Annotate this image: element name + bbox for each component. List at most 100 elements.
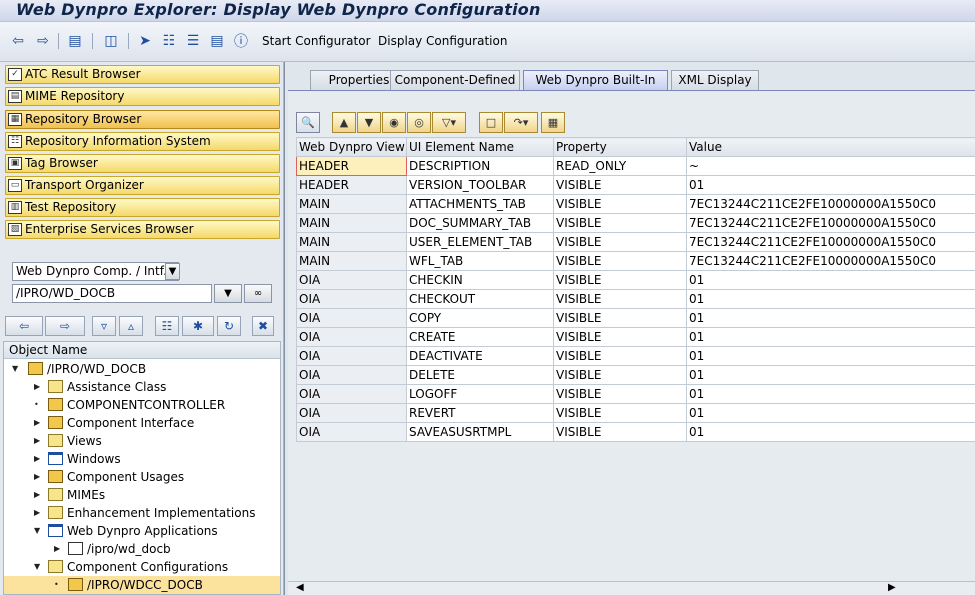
collapse-arrow-icon[interactable]: ▼ [12, 360, 18, 378]
table-row[interactable]: OIA DEACTIVATE VISIBLE 01 [296, 346, 975, 366]
tree-item[interactable]: ▶ Windows [4, 450, 280, 468]
column-header[interactable]: UI Element Name [406, 137, 554, 157]
object-name-input[interactable]: /IPRO/WD_DOCB [12, 284, 212, 303]
table-row[interactable]: OIA SAVEASUSRTMPL VISIBLE 01 [296, 422, 975, 442]
table-cell[interactable]: VISIBLE [553, 213, 687, 233]
table-cell[interactable]: 01 [686, 346, 975, 366]
table-cell[interactable]: VISIBLE [553, 270, 687, 290]
table-row[interactable]: MAIN ATTACHMENTS_TAB VISIBLE 7EC13244C211CE… [296, 194, 975, 214]
display-object-button[interactable]: ∞ [244, 284, 272, 303]
table-cell[interactable]: 7EC13244C211CE2FE10000000A1550C0 [686, 232, 975, 252]
tab-2[interactable]: Web Dynpro Built-In [523, 70, 668, 90]
table-cell[interactable]: CHECKIN [406, 270, 554, 290]
table-cell[interactable]: OIA [296, 270, 407, 290]
table-cell[interactable]: DOC_SUMMARY_TAB [406, 213, 554, 233]
table-cell[interactable]: ~ [686, 156, 975, 176]
table-cell[interactable]: REVERT [406, 403, 554, 423]
table-cell[interactable]: OIA [296, 384, 407, 404]
table-cell[interactable]: VISIBLE [553, 194, 687, 214]
table-row[interactable]: OIA DELETE VISIBLE 01 [296, 365, 975, 385]
display-configuration-button[interactable]: Display Configuration [378, 34, 507, 48]
expand-all-button[interactable]: ▿ [92, 316, 116, 336]
column-header[interactable]: Property [553, 137, 687, 157]
table-cell[interactable]: OIA [296, 422, 407, 442]
tree-item[interactable]: ▶ Component Interface [4, 414, 280, 432]
table-cell[interactable]: 01 [686, 403, 975, 423]
nav-button-7[interactable]: ▧ Enterprise Services Browser [5, 220, 280, 239]
table-cell[interactable]: OIA [296, 289, 407, 309]
find-button[interactable]: ◉ [382, 112, 406, 133]
tree-item[interactable]: ▼ Web Dynpro Applications [4, 522, 280, 540]
table-cell[interactable]: VERSION_TOOLBAR [406, 175, 554, 195]
table-cell[interactable]: 01 [686, 270, 975, 290]
tree-item[interactable]: ▶ Enhancement Implementations [4, 504, 280, 522]
tab-3[interactable]: XML Display [671, 70, 759, 90]
table-cell[interactable]: VISIBLE [553, 175, 687, 195]
refresh-button[interactable]: ↻ [217, 316, 241, 336]
table-row[interactable]: OIA CHECKIN VISIBLE 01 [296, 270, 975, 290]
sort-ascending-button[interactable]: ▲ [332, 112, 356, 133]
expand-arrow-icon[interactable]: ▶ [34, 378, 40, 396]
table-cell[interactable]: 01 [686, 365, 975, 385]
expand-arrow-icon[interactable]: ▶ [34, 504, 40, 522]
table-cell[interactable]: VISIBLE [553, 384, 687, 404]
tree-item[interactable]: ▶ Views [4, 432, 280, 450]
expand-arrow-icon[interactable]: ▼ [34, 522, 40, 540]
object-type-select[interactable]: Web Dynpro Comp. / Intf. [12, 262, 179, 281]
table-row[interactable]: OIA REVERT VISIBLE 01 [296, 403, 975, 423]
start-configurator-button[interactable]: Start Configurator [262, 34, 371, 48]
list-icon[interactable]: ☰ [184, 32, 202, 50]
display-icon[interactable]: ▤ [66, 32, 84, 50]
expand-arrow-icon[interactable]: ▶ [34, 450, 40, 468]
table-cell[interactable]: MAIN [296, 194, 407, 214]
sort-descending-button[interactable]: ▼ [357, 112, 381, 133]
collapse-all-button[interactable]: ▵ [119, 316, 143, 336]
nav-button-6[interactable]: ▥ Test Repository [5, 198, 280, 217]
find-next-button[interactable]: ◎ [407, 112, 431, 133]
table-cell[interactable]: VISIBLE [553, 327, 687, 347]
expand-arrow-icon[interactable]: • [34, 396, 39, 414]
tree-item[interactable]: ▶ MIMEs [4, 486, 280, 504]
expand-arrow-icon[interactable]: • [54, 576, 59, 594]
tree-hierarchy-button[interactable]: ☷ [155, 316, 179, 336]
filter-button[interactable]: ▽▾ [432, 112, 466, 133]
table-row[interactable]: HEADER DESCRIPTION READ_ONLY ~ [296, 156, 975, 176]
table-cell[interactable]: OIA [296, 346, 407, 366]
nav-button-4[interactable]: ▣ Tag Browser [5, 154, 280, 173]
tree-item[interactable]: • COMPONENTCONTROLLER [4, 396, 280, 414]
table-cell[interactable]: READ_ONLY [553, 156, 687, 176]
table-cell[interactable]: 7EC13244C211CE2FE10000000A1550C0 [686, 251, 975, 271]
expand-arrow-icon[interactable]: ▶ [34, 414, 40, 432]
table-cell[interactable]: 7EC13244C211CE2FE10000000A1550C0 [686, 194, 975, 214]
tree-item[interactable]: ▶ Assistance Class [4, 378, 280, 396]
expand-arrow-icon[interactable]: ▼ [34, 558, 40, 576]
table-cell[interactable]: 01 [686, 175, 975, 195]
tab-1[interactable]: Component-Defined [390, 70, 520, 90]
nav-button-1[interactable]: ▤ MIME Repository [5, 87, 280, 106]
table-cell[interactable]: MAIN [296, 213, 407, 233]
layout-button[interactable]: ▦ [541, 112, 565, 133]
table-cell[interactable]: MAIN [296, 251, 407, 271]
table-cell[interactable]: 01 [686, 289, 975, 309]
scroll-right-icon[interactable]: ▶ [888, 582, 896, 593]
pane-splitter[interactable] [284, 62, 285, 595]
column-header[interactable]: Value [686, 137, 975, 157]
table-row[interactable]: OIA CHECKOUT VISIBLE 01 [296, 289, 975, 309]
table-cell[interactable]: OIA [296, 327, 407, 347]
close-tree-button[interactable]: ✖ [252, 316, 274, 336]
forward-icon[interactable]: ⇨ [34, 32, 52, 50]
table-cell[interactable]: OIA [296, 308, 407, 328]
table-cell[interactable]: 01 [686, 422, 975, 442]
nav-button-5[interactable]: ▭ Transport Organizer [5, 176, 280, 195]
table-cell[interactable]: 01 [686, 384, 975, 404]
table-cell[interactable]: MAIN [296, 232, 407, 252]
expand-arrow-icon[interactable]: ▶ [34, 432, 40, 450]
table-cell[interactable]: HEADER [296, 175, 407, 195]
table-cell[interactable]: LOGOFF [406, 384, 554, 404]
tree-item[interactable]: ▶ /ipro/wd_docb [4, 540, 280, 558]
expand-arrow-icon[interactable]: ▶ [54, 540, 60, 558]
expand-arrow-icon[interactable]: ▶ [34, 468, 40, 486]
table-cell[interactable]: HEADER [296, 156, 407, 176]
table-cell[interactable]: WFL_TAB [406, 251, 554, 271]
nav-button-2[interactable]: ▦ Repository Browser [5, 110, 280, 129]
